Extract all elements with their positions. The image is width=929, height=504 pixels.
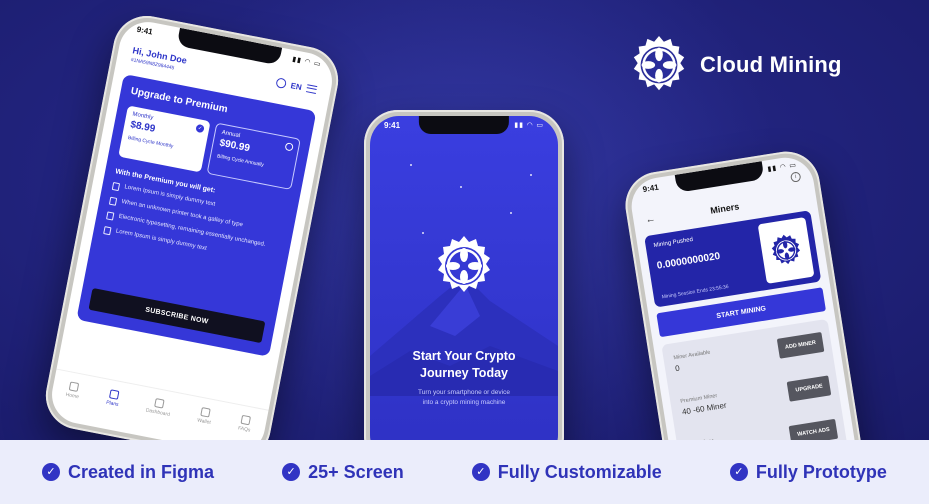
feature-label: Fully Customizable bbox=[497, 461, 662, 482]
splash-screen: 9:41 ▮▮ ◠ ▭ Start Your Crypto Journey To… bbox=[370, 116, 558, 440]
globe-icon bbox=[275, 77, 287, 90]
star bbox=[422, 232, 424, 234]
feature-item: ✓ Fully Prototype bbox=[729, 461, 887, 483]
mining-logo-box bbox=[757, 217, 815, 284]
status-time: 9:41 bbox=[384, 120, 401, 130]
check-circle-icon: ✓ bbox=[42, 463, 61, 481]
wheel-icon bbox=[633, 35, 685, 91]
feature-label: Fully Prototype bbox=[755, 461, 887, 482]
signal-battery-icon: ▮▮ ◠ ▭ bbox=[291, 55, 323, 69]
splash-title-line: Start Your Crypto bbox=[412, 349, 516, 363]
document-icon bbox=[111, 181, 121, 192]
dashboard-icon bbox=[154, 398, 165, 409]
watch-ads-button[interactable]: WATCH ADS bbox=[788, 418, 839, 440]
premium-card: Upgrade to Premium Monthly $8.99 Billing… bbox=[76, 74, 317, 357]
language-selector[interactable]: EN bbox=[275, 77, 318, 95]
feature-item: ✓ Created in Figma bbox=[42, 462, 214, 483]
brand-name: Cloud Mining bbox=[700, 52, 842, 77]
phone-notch bbox=[674, 161, 765, 193]
signal-battery-icon: ▮▮ ◠ ▭ bbox=[514, 122, 544, 129]
feature-item: ✓ 25+ Screen bbox=[282, 462, 404, 483]
nav-label: FAQs bbox=[237, 425, 251, 434]
status-time: 9:41 bbox=[136, 24, 154, 37]
feature-item: ✓ Fully Customizable bbox=[471, 461, 662, 483]
check-circle-icon: ✓ bbox=[471, 463, 490, 481]
check-circle-icon: ✓ bbox=[282, 463, 301, 481]
splash-title: Start Your Crypto Journey Today bbox=[370, 348, 558, 382]
menu-icon[interactable] bbox=[305, 84, 318, 94]
subscribe-button[interactable]: SUBSCRIBE NOW bbox=[88, 287, 266, 344]
document-icon bbox=[105, 211, 115, 221]
star bbox=[510, 212, 512, 214]
signal-battery-icon: ▮▮ ◠ ▭ bbox=[767, 161, 798, 174]
star bbox=[410, 164, 412, 166]
star bbox=[460, 186, 462, 188]
splash-subtitle: Turn your smartphone or device into a cr… bbox=[370, 388, 558, 408]
nav-home[interactable]: Home bbox=[65, 381, 81, 400]
splash-subtitle-line: into a crypto mining machine bbox=[422, 399, 506, 406]
wallet-icon bbox=[200, 407, 212, 418]
nav-label: Wallet bbox=[196, 417, 212, 426]
nav-dashboard[interactable]: Dashboard bbox=[145, 397, 172, 418]
phone-miners: 9:41 ▮▮ ◠ ▭ i ← Miners Mining Pushed 0.0… bbox=[620, 146, 868, 440]
splash-subtitle-line: Turn your smartphone or device bbox=[418, 389, 510, 396]
check-icon: ✓ bbox=[195, 123, 205, 134]
miner-row: Miner Available 0 ADD MINER bbox=[673, 331, 826, 385]
nav-label: Home bbox=[65, 391, 80, 401]
brand: Cloud Mining bbox=[628, 34, 842, 96]
bottom-nav: Home Plans Dashboard Wallet FAQs bbox=[49, 368, 269, 440]
language-code: EN bbox=[290, 80, 303, 92]
plan-annual[interactable]: Annual $90.99 Billing Cycle Annually bbox=[206, 122, 301, 191]
check-circle-icon: ✓ bbox=[729, 463, 748, 481]
splash-title-line: Journey Today bbox=[420, 366, 508, 380]
nav-label: Plans bbox=[105, 399, 120, 408]
miner-panel: Miner Available 0 ADD MINER Premium Mine… bbox=[661, 318, 856, 440]
status-time: 9:41 bbox=[642, 182, 660, 194]
info-icon[interactable]: i bbox=[789, 171, 802, 183]
wheel-icon bbox=[771, 234, 801, 265]
document-icon bbox=[108, 196, 118, 206]
phone-splash: 9:41 ▮▮ ◠ ▭ Start Your Crypto Journey To… bbox=[364, 110, 564, 440]
plans-icon bbox=[108, 389, 120, 400]
session-ends: Mining Session Ends 23:55:36 bbox=[661, 283, 730, 301]
nav-plans[interactable]: Plans bbox=[106, 389, 122, 408]
feature-bar: ✓ Created in Figma ✓ 25+ Screen ✓ Fully … bbox=[0, 440, 929, 504]
radio-icon[interactable] bbox=[284, 142, 294, 152]
nav-wallet[interactable]: Wallet bbox=[197, 407, 214, 426]
star bbox=[530, 174, 532, 176]
plan-monthly[interactable]: Monthly $8.99 Billing Cycle Monthly ✓ bbox=[118, 105, 211, 173]
add-miner-button[interactable]: ADD MINER bbox=[776, 331, 825, 359]
miner-row: Premium Miner 40 -60 Miner UPGRADE bbox=[680, 375, 833, 428]
document-icon bbox=[103, 226, 112, 236]
feature-label: Created in Figma bbox=[68, 461, 215, 482]
miners-screen: 9:41 ▮▮ ◠ ▭ i ← Miners Mining Pushed 0.0… bbox=[627, 153, 861, 440]
home-icon bbox=[68, 381, 80, 393]
nav-label: Dashboard bbox=[145, 407, 171, 418]
wheel-icon bbox=[438, 236, 490, 292]
phone-notch bbox=[418, 116, 510, 134]
hero-banner: Cloud Mining 9:41 ▮▮ ◠ ▭ Hi, John Doe #1… bbox=[0, 0, 929, 440]
feature-label: 25+ Screen bbox=[308, 461, 404, 482]
upgrade-button[interactable]: UPGRADE bbox=[787, 375, 832, 402]
faq-icon bbox=[240, 414, 252, 426]
nav-faqs[interactable]: FAQs bbox=[237, 414, 253, 434]
